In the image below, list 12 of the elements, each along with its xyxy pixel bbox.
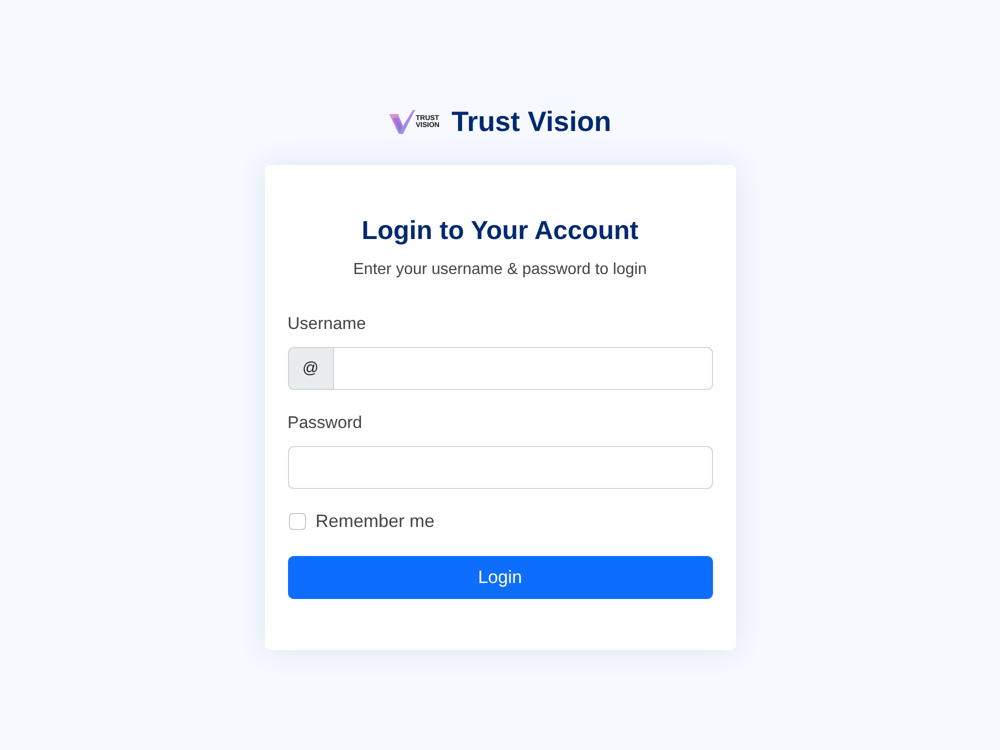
- remember-checkbox[interactable]: [288, 513, 306, 530]
- v-logo-icon: [388, 110, 415, 134]
- brand-name: Trust Vision: [451, 105, 612, 139]
- field-label: Username: [288, 313, 367, 335]
- username-field[interactable]: [332, 347, 712, 390]
- remember-label: Remember me: [316, 510, 435, 533]
- field-label: Password: [288, 412, 364, 434]
- login-button[interactable]: Login: [288, 556, 712, 599]
- login-subtitle: Enter your username & password to login: [352, 260, 648, 280]
- login-title: Login to Your Account: [360, 215, 640, 246]
- password-field[interactable]: [288, 446, 712, 489]
- at-prefix: @: [288, 347, 332, 390]
